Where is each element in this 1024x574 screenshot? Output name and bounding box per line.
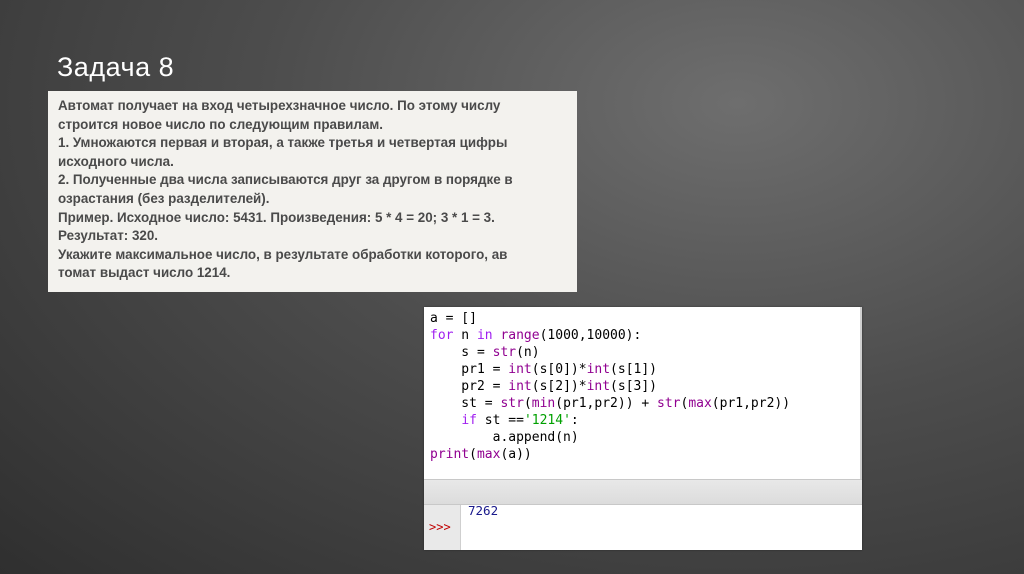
- code-text: (s[0])*: [531, 362, 587, 377]
- code-line-7: if st =='1214':: [430, 412, 860, 429]
- code-line-4: pr1 = int(s[0])*int(s[1]): [430, 361, 860, 378]
- code-text: (pr1,pr2)): [711, 396, 791, 411]
- builtin-str: str: [657, 396, 681, 411]
- code-text: pr2 =: [430, 379, 509, 394]
- code-line-3: s = str(n): [430, 344, 860, 361]
- code-text: (n): [516, 345, 540, 360]
- builtin-int: int: [508, 379, 532, 394]
- code-text: (pr1,pr2)) +: [555, 396, 657, 411]
- builtin-int: int: [508, 362, 532, 377]
- task-line: Результат: 320.: [58, 228, 159, 244]
- code-text: (a)): [500, 447, 532, 462]
- builtin-min: min: [531, 396, 556, 411]
- code-text: (: [469, 447, 477, 462]
- builtin-int: int: [586, 379, 611, 394]
- code-text: a = []: [430, 311, 477, 326]
- task-line: Автомат получает на вход четырехзначное …: [58, 98, 501, 113]
- pane-splitter[interactable]: [424, 479, 862, 505]
- python-idle-window: a = [] for n in range(1000,10000): s = s…: [424, 307, 862, 550]
- task-line: Укажите максимальное число, в результате…: [58, 246, 508, 262]
- code-text: (1000,10000):: [539, 328, 642, 343]
- slide-title: Задача 8: [57, 52, 175, 82]
- task-description: Автомат получает на вход четырехзначное …: [48, 91, 577, 292]
- string-literal: '1214': [523, 413, 571, 428]
- keyword-for: for: [430, 328, 454, 343]
- task-line: томат выдаст число 1214.: [58, 265, 231, 281]
- code-text: (: [523, 396, 532, 411]
- builtin-str: str: [492, 345, 517, 360]
- code-text: n: [453, 328, 477, 343]
- shell-gutter: >>>: [424, 505, 461, 550]
- code-text: :: [570, 413, 579, 428]
- code-editor[interactable]: a = [] for n in range(1000,10000): s = s…: [424, 307, 862, 479]
- code-text: pr1 =: [430, 362, 509, 377]
- keyword-if: if: [461, 413, 477, 428]
- code-text: st ==: [476, 413, 524, 428]
- builtin-str: str: [500, 396, 524, 411]
- code-line-8: a.append(n): [430, 429, 860, 446]
- task-line: 2. Полученные два числа записываются дру…: [58, 172, 513, 188]
- builtin-range: range: [500, 328, 540, 343]
- task-line: исходного числа.: [58, 153, 174, 169]
- code-line-2: for n in range(1000,10000):: [430, 327, 860, 344]
- code-text: (s[2])*: [531, 379, 587, 394]
- task-line: 1. Умножаются первая и вторая, а также т…: [58, 135, 508, 151]
- builtin-max: max: [476, 447, 501, 462]
- code-line-6: st = str(min(pr1,pr2)) + str(max(pr1,pr2…: [430, 395, 860, 412]
- builtin-print: print: [430, 447, 470, 462]
- code-text: (s[1]): [610, 362, 658, 377]
- builtin-int: int: [586, 362, 611, 377]
- code-line-5: pr2 = int(s[2])*int(s[3]): [430, 378, 860, 395]
- code-line-9: print(max(a)): [430, 446, 860, 463]
- task-line: Пример. Исходное число: 5431. Произведен…: [58, 209, 495, 225]
- shell-prompt: >>>: [429, 520, 451, 534]
- code-text: (s[3]): [610, 379, 658, 394]
- code-line-1: a = []: [430, 310, 860, 327]
- task-line: озрастания (без разделителей).: [58, 190, 270, 206]
- task-line: строится новое число по следующим правил…: [58, 116, 383, 132]
- code-text: a.append(n): [430, 430, 579, 445]
- keyword-in: in: [476, 328, 493, 343]
- code-text: s =: [430, 345, 493, 360]
- shell-pane[interactable]: >>> 7262: [424, 503, 862, 550]
- builtin-max: max: [688, 396, 712, 411]
- shell-output: 7262: [468, 503, 499, 518]
- code-text: st =: [430, 396, 501, 411]
